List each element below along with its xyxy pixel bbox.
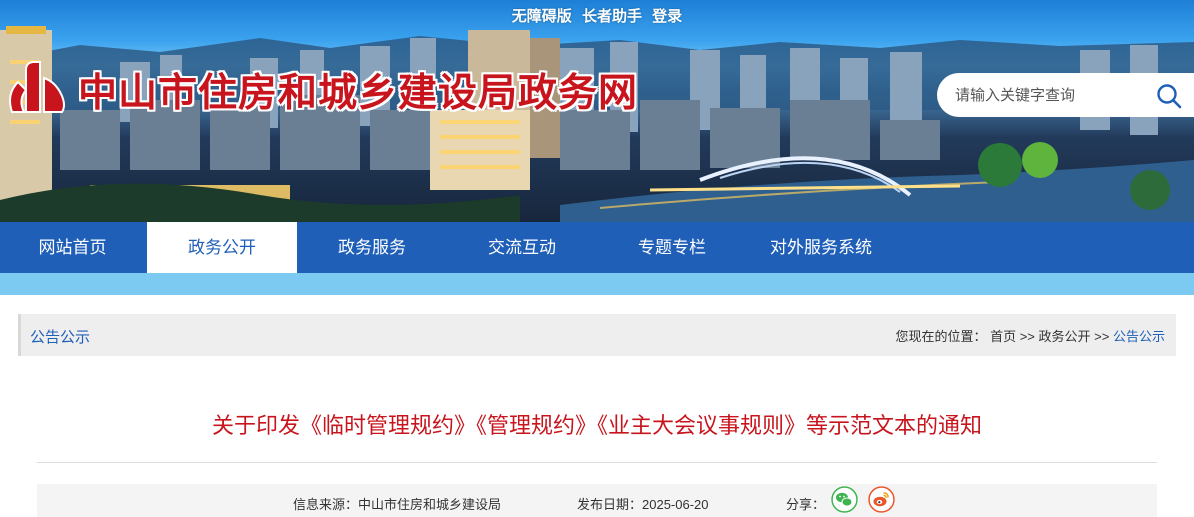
nav-external-services[interactable]: 对外服务系统 bbox=[747, 222, 895, 273]
section-title: 公告公示 bbox=[30, 329, 91, 346]
top-links: 无障碍版 长者助手 登录 bbox=[0, 5, 1194, 26]
breadcrumb-separator: >> bbox=[1094, 329, 1110, 344]
article-title: 关于印发《临时管理规约》《管理规约》《业主大会议事规则》等示范文本的通知 bbox=[211, 413, 982, 438]
info-source: 信息来源：中山市住房和城乡建设局 bbox=[293, 497, 502, 512]
breadcrumb-prefix: 您现在的位置： bbox=[895, 329, 987, 344]
nav-special-topics[interactable]: 专题专栏 bbox=[597, 222, 747, 273]
breadcrumb-home[interactable]: 首页 bbox=[990, 329, 1016, 344]
wechat-icon[interactable] bbox=[831, 486, 858, 513]
breadcrumb-government-affairs[interactable]: 政务公开 bbox=[1039, 329, 1091, 344]
nav-home[interactable]: 网站首页 bbox=[0, 222, 145, 273]
nav-government-services[interactable]: 政务服务 bbox=[297, 222, 447, 273]
weibo-icon[interactable] bbox=[868, 486, 895, 513]
location-bar: 公告公示 您现在的位置： 首页 >> 政务公开 >> 公告公示 bbox=[18, 314, 1176, 356]
search-box bbox=[937, 73, 1194, 117]
search-icon[interactable] bbox=[1155, 82, 1183, 110]
breadcrumb-announcements[interactable]: 公告公示 bbox=[1113, 329, 1165, 344]
breadcrumb: 您现在的位置： 首页 >> 政务公开 >> 公告公示 bbox=[895, 326, 1165, 345]
site-logo-icon[interactable] bbox=[4, 56, 70, 118]
breadcrumb-separator: >> bbox=[1019, 329, 1035, 344]
nav-underline-strip bbox=[0, 273, 1194, 295]
search-input[interactable] bbox=[955, 83, 1145, 107]
site-title: 中山市住房和城乡建设局政务网 bbox=[78, 72, 639, 115]
elderly-assistant-link[interactable]: 长者助手 bbox=[582, 8, 642, 25]
accessibility-link[interactable]: 无障碍版 bbox=[512, 8, 572, 25]
share-label: 分享： bbox=[786, 497, 826, 512]
nav-interaction[interactable]: 交流互动 bbox=[447, 222, 597, 273]
title-divider bbox=[37, 462, 1157, 463]
header-banner: 无障碍版 长者助手 登录 中山市住房和城乡建设局政务网 bbox=[0, 0, 1194, 222]
nav-government-affairs[interactable]: 政务公开 bbox=[147, 222, 297, 273]
article-meta: 信息来源：中山市住房和城乡建设局 发布日期：2025-06-20 分享： bbox=[37, 484, 1157, 517]
publish-date: 发布日期：2025-06-20 bbox=[577, 497, 709, 512]
login-link[interactable]: 登录 bbox=[652, 8, 682, 25]
main-nav: 网站首页 政务公开 政务服务 交流互动 专题专栏 对外服务系统 bbox=[0, 222, 1194, 273]
